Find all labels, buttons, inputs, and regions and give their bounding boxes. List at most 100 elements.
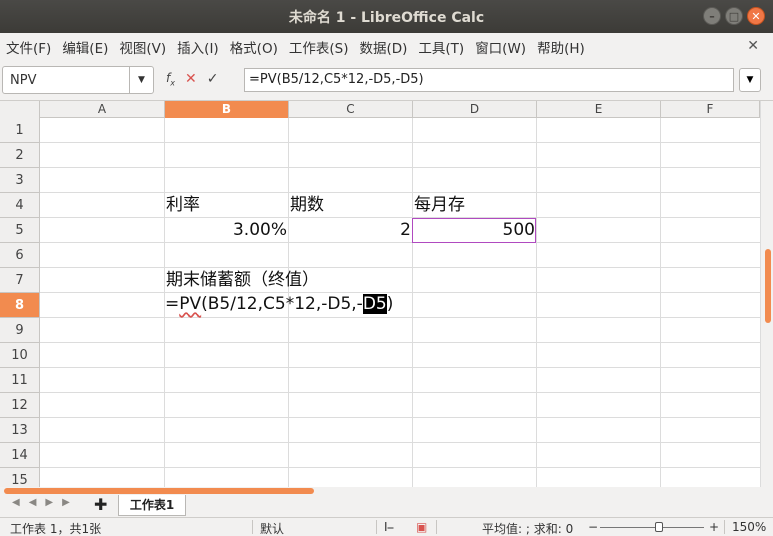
column-header-d[interactable]: D — [413, 101, 537, 118]
function-wizard-icon[interactable]: fx — [166, 71, 175, 87]
row-header-9[interactable]: 9 — [0, 318, 40, 343]
cancel-icon[interactable]: ✕ — [185, 71, 197, 87]
select-all-corner[interactable] — [0, 101, 40, 118]
grid-line — [660, 118, 661, 487]
grid-line — [40, 167, 760, 168]
close-button[interactable]: ✕ — [747, 7, 765, 25]
grid-line — [40, 317, 760, 318]
previous-sheet-icon[interactable]: ◀ — [29, 497, 37, 508]
cell-c5[interactable]: 2 — [289, 218, 411, 242]
cell-b8-editor[interactable]: =PV(B5/12,C5*12,-D5,-D5) — [165, 292, 393, 316]
menu-help[interactable]: 帮助(H) — [537, 37, 585, 57]
formula-prefix: = — [165, 294, 180, 314]
formula-suffix: ) — [386, 294, 394, 314]
column-header-b[interactable]: B — [165, 101, 289, 118]
window-controls: – □ ✕ — [703, 7, 765, 25]
grid-line — [40, 417, 760, 418]
grid-line — [40, 392, 760, 393]
menu-bar: 文件(F) 编辑(E) 视图(V) 插入(I) 格式(O) 工作表(S) 数据(… — [0, 33, 773, 61]
formula-bar: NPV ▼ fx ✕ ✓ =PV(B5/12,C5*12,-D5,-D5) ▼ — [0, 61, 773, 101]
name-box[interactable]: NPV ▼ — [2, 66, 154, 94]
title-bar: 未命名 1 - LibreOffice Calc – □ ✕ — [0, 0, 773, 33]
row-header-3[interactable]: 3 — [0, 168, 40, 193]
grid-line — [40, 242, 760, 243]
row-header-7[interactable]: 7 — [0, 268, 40, 293]
column-header-a[interactable]: A — [40, 101, 165, 118]
column-header-c[interactable]: C — [289, 101, 413, 118]
menu-sheet[interactable]: 工作表(S) — [289, 37, 349, 57]
row-header-8[interactable]: 8 — [0, 293, 40, 318]
grid-line — [412, 118, 413, 487]
insert-mode[interactable]: I⎯ — [384, 520, 394, 535]
page-style[interactable]: 默认 — [260, 520, 284, 536]
vertical-scroll-thumb[interactable] — [765, 249, 771, 323]
cell-d5[interactable]: 500 — [413, 218, 535, 242]
last-sheet-icon[interactable]: ▶ — [62, 497, 70, 508]
divider — [252, 520, 253, 534]
selection-summary[interactable]: 平均值: ; 求和: 0 — [482, 520, 573, 536]
row-header-2[interactable]: 2 — [0, 143, 40, 168]
sheet-tab-1[interactable]: 工作表1 — [118, 495, 186, 516]
horizontal-scroll-thumb[interactable] — [4, 488, 314, 494]
grid-line — [40, 342, 760, 343]
spreadsheet-grid[interactable]: A B C D E F 1 2 3 4 5 6 7 8 9 10 11 12 1… — [0, 101, 773, 487]
grid-line — [40, 367, 760, 368]
formula-input[interactable]: =PV(B5/12,C5*12,-D5,-D5) — [244, 68, 734, 92]
row-header-13[interactable]: 13 — [0, 418, 40, 443]
row-header-6[interactable]: 6 — [0, 243, 40, 268]
grid-line — [40, 267, 760, 268]
row-header-15[interactable]: 15 — [0, 468, 40, 487]
grid-line — [40, 292, 760, 293]
accept-icon[interactable]: ✓ — [207, 71, 219, 87]
zoom-level[interactable]: 150% — [732, 520, 766, 534]
name-box-dropdown-icon[interactable]: ▼ — [129, 67, 153, 93]
first-sheet-icon[interactable]: ◀ — [12, 497, 20, 508]
name-box-value: NPV — [10, 73, 37, 88]
next-sheet-icon[interactable]: ▶ — [45, 497, 53, 508]
grid-line — [40, 442, 760, 443]
row-header-5[interactable]: 5 — [0, 218, 40, 243]
close-document-icon[interactable]: ✕ — [747, 38, 759, 54]
menu-data[interactable]: 数据(D) — [359, 37, 407, 57]
menu-view[interactable]: 视图(V) — [119, 37, 166, 57]
libreoffice-calc-window: 未命名 1 - LibreOffice Calc – □ ✕ 文件(F) 编辑(… — [0, 0, 773, 536]
expand-formula-bar-icon[interactable]: ▼ — [739, 68, 761, 92]
menu-format[interactable]: 格式(O) — [230, 37, 278, 57]
grid-line — [40, 192, 760, 193]
cell-b4[interactable]: 利率 — [166, 193, 200, 217]
menu-insert[interactable]: 插入(I) — [177, 37, 219, 57]
divider — [376, 520, 377, 534]
sheet-tab-bar: ◀ ◀ ▶ ▶ ✚ 工作表1 — [0, 487, 773, 517]
divider — [436, 520, 437, 534]
menu-edit[interactable]: 编辑(E) — [62, 37, 108, 57]
status-bar: 工作表 1，共1张 默认 I⎯ ▣ 平均值: ; 求和: 0 − + 150% — [0, 517, 773, 536]
row-header-1[interactable]: 1 — [0, 118, 40, 143]
row-header-14[interactable]: 14 — [0, 443, 40, 468]
cell-c4[interactable]: 期数 — [290, 193, 324, 217]
zoom-slider-knob[interactable] — [655, 522, 663, 532]
cell-d4[interactable]: 每月存 — [414, 193, 465, 217]
vertical-scrollbar[interactable] — [760, 101, 773, 487]
column-header-f[interactable]: F — [661, 101, 760, 118]
cell-b5[interactable]: 3.00% — [165, 218, 287, 242]
sheet-navigation: ◀ ◀ ▶ ▶ — [12, 497, 70, 508]
maximize-button[interactable]: □ — [725, 7, 743, 25]
zoom-in-icon[interactable]: + — [709, 520, 719, 534]
row-header-12[interactable]: 12 — [0, 393, 40, 418]
row-header-11[interactable]: 11 — [0, 368, 40, 393]
row-header-10[interactable]: 10 — [0, 343, 40, 368]
save-icon[interactable]: ▣ — [416, 520, 427, 534]
menu-file[interactable]: 文件(F) — [6, 37, 51, 57]
selected-reference: D5 — [362, 294, 387, 314]
cell-b7[interactable]: 期末储蓄额（终值） — [166, 268, 319, 292]
formula-function-name: PV — [179, 294, 202, 314]
grid-line — [40, 142, 760, 143]
column-header-e[interactable]: E — [537, 101, 661, 118]
minimize-button[interactable]: – — [703, 7, 721, 25]
menu-window[interactable]: 窗口(W) — [475, 37, 526, 57]
zoom-slider[interactable] — [600, 527, 704, 528]
zoom-out-icon[interactable]: − — [588, 520, 598, 534]
add-sheet-icon[interactable]: ✚ — [94, 495, 107, 514]
row-header-4[interactable]: 4 — [0, 193, 40, 218]
menu-tools[interactable]: 工具(T) — [418, 37, 464, 57]
